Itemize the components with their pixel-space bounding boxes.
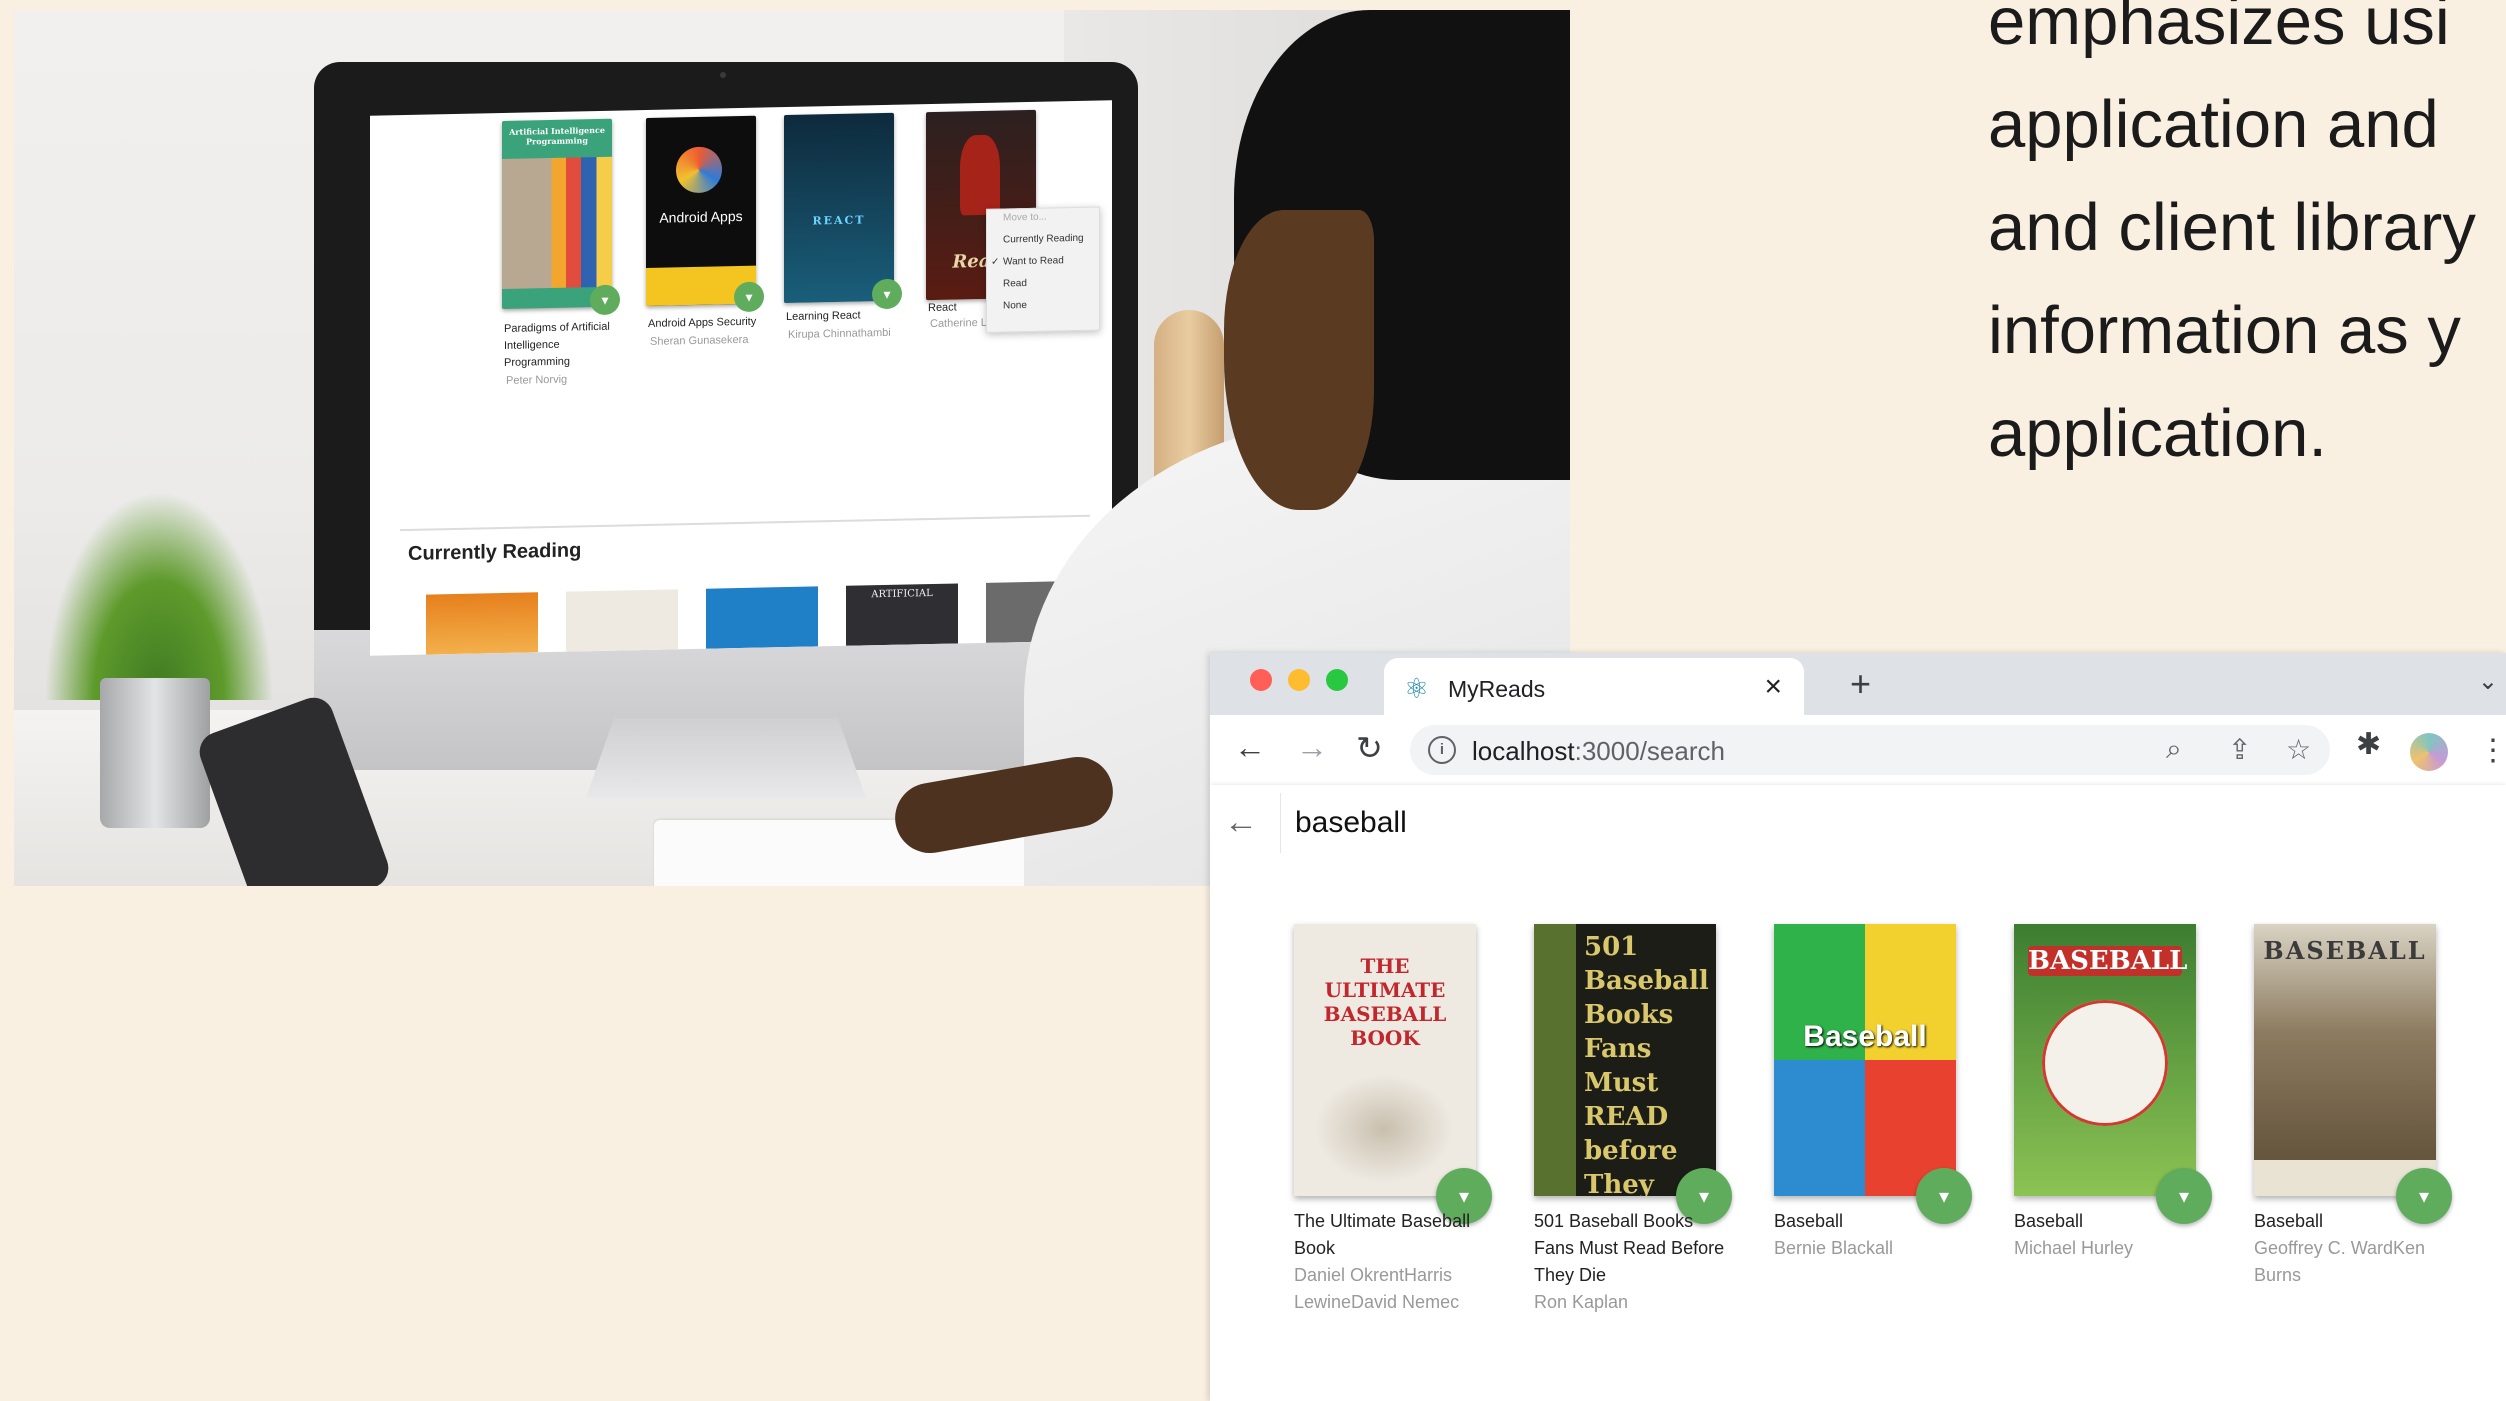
cover-text: BASEBALL <box>2028 946 2188 976</box>
shelf-divider <box>400 514 1090 532</box>
book-authors: Daniel OkrentHarris LewineDavid Nemec <box>1294 1265 1460 1312</box>
book-cover: 501 Baseball Books Fans Must READ before… <box>1534 924 1716 1196</box>
headline-line: application. <box>1988 396 2327 471</box>
mock-book-title: Android Apps Security <box>648 315 757 330</box>
imac-stand <box>586 718 866 798</box>
book-title: Baseball <box>2254 1211 2324 1231</box>
menu-item-currently-reading[interactable]: Currently Reading <box>987 230 1099 254</box>
reload-icon[interactable]: ↻ <box>1356 729 1383 767</box>
headline-line: and client library <box>1988 190 2476 265</box>
person-face <box>1224 210 1374 510</box>
mock-section-title: Currently Reading <box>408 539 582 565</box>
mock-book-cover: ARTIFICIAL <box>846 583 958 646</box>
menu-item-want-to-read[interactable]: Want to Read <box>987 252 1099 276</box>
share-icon[interactable]: ⇪ <box>2228 733 2251 766</box>
close-tab-icon[interactable]: × <box>1764 670 1782 704</box>
book-title: 501 Baseball Books Fans Must Read Before T… <box>1534 1211 1725 1285</box>
browser-window: ⚛ MyReads × + ⌄ ← → ↻ i localhost:3000/s… <box>1210 653 2506 1401</box>
mock-book-title: Paradigms of Artificial Intelligence Progr… <box>504 320 610 369</box>
book-cover: Baseball <box>1774 924 1956 1196</box>
book-title: The Ultimate Baseball Book <box>1294 1211 1471 1258</box>
menu-item-none[interactable]: None <box>987 296 1099 320</box>
profile-avatar[interactable] <box>2410 733 2448 771</box>
url-text: localhost:3000/search <box>1472 736 1725 766</box>
mock-cover-text: Android Apps <box>659 207 743 226</box>
headline-line: emphasizes usi <box>1988 0 2450 59</box>
tab-title: MyReads <box>1448 676 1546 702</box>
monitor-screen: Artificial Intelligence Programming ▾ Pa… <box>370 100 1112 656</box>
address-bar[interactable]: i localhost:3000/search ⌕ ⇪ ☆ <box>1410 725 2330 775</box>
mock-shelf-button[interactable]: ▾ <box>872 278 902 310</box>
search-bar: ← <box>1210 785 2506 861</box>
camera-dot <box>720 72 726 78</box>
mock-shelf-button[interactable]: ▾ <box>590 284 620 316</box>
book-cover: BASEBALL <box>2014 924 2196 1196</box>
mock-book-cover <box>566 589 678 652</box>
book-authors: Bernie Blackall <box>1774 1238 1894 1258</box>
book-cover: THE ULTIMATE BASEBALL BOOK <box>1294 924 1476 1196</box>
bookmark-star-icon[interactable]: ☆ <box>2286 733 2311 766</box>
mock-book-author: Peter Norvig <box>506 373 568 387</box>
mock-book-title: Learning React <box>786 309 861 324</box>
mock-shelf-menu: Move to... Currently Reading Want to Rea… <box>986 206 1100 333</box>
extensions-icon[interactable]: ✱ <box>2356 727 2381 762</box>
cover-text: 501 Baseball Books Fans Must READ before… <box>1584 932 1709 1196</box>
cover-text: BASEBALL <box>2263 936 2427 965</box>
tab-myreads[interactable]: ⚛ MyReads × <box>1384 658 1804 715</box>
menu-header: Move to... <box>1003 211 1047 224</box>
search-input[interactable] <box>1280 793 2506 853</box>
zoom-icon[interactable]: ⌕ <box>2166 733 2182 766</box>
back-arrow-icon[interactable]: ← <box>1234 729 1266 766</box>
mock-shelf-button[interactable]: ▾ <box>734 281 764 313</box>
cover-text: Baseball <box>1803 1020 1927 1053</box>
book-cover: BASEBALL <box>2254 924 2436 1196</box>
mock-book-cover <box>426 592 538 655</box>
headline-text: emphasizes usi application and and clien… <box>1988 0 2506 485</box>
maximize-window-button[interactable] <box>1326 669 1348 691</box>
mock-book-cover: Artificial Intelligence Programming ▾ <box>502 118 620 316</box>
close-search-back-icon[interactable]: ← <box>1224 803 1258 842</box>
mock-book-author: Sheran Gunasekera <box>650 333 749 348</box>
plant <box>44 490 274 700</box>
minimize-window-button[interactable] <box>1288 669 1310 691</box>
headline-line: application and <box>1988 87 2439 162</box>
search-results-grid: THE ULTIMATE BASEBALL BOOK ▾ The Ultimat… <box>1210 861 2506 1401</box>
forward-arrow-icon[interactable]: → <box>1296 729 1328 766</box>
mock-cover-text: Artificial Intelligence Programming <box>509 124 605 147</box>
new-tab-icon[interactable]: + <box>1850 663 1871 705</box>
book-authors: Ron Kaplan <box>1534 1292 1629 1312</box>
book-authors: Geoffrey C. WardKen Burns <box>2254 1238 2426 1285</box>
cover-text: THE ULTIMATE BASEBALL BOOK <box>1323 954 1447 1050</box>
chevron-down-icon[interactable]: ⌄ <box>2478 667 2498 696</box>
mock-book-cover: REACT ▾ <box>784 112 902 310</box>
tab-bar: ⚛ MyReads × + ⌄ <box>1210 653 2506 715</box>
mock-book-title: React <box>928 301 957 315</box>
info-icon[interactable]: i <box>1428 736 1456 764</box>
book-title: Baseball <box>2014 1211 2084 1231</box>
react-icon: ⚛ <box>1404 673 1430 704</box>
book-title: Baseball <box>1774 1211 1844 1231</box>
plant-pot <box>100 678 210 828</box>
menu-item-read[interactable]: Read <box>987 274 1099 298</box>
more-options-icon[interactable]: ⋮ <box>2478 733 2506 768</box>
mock-cover-text: REACT <box>812 213 866 228</box>
mock-book-cover <box>706 586 818 649</box>
headline-line: information as y <box>1988 293 2461 368</box>
close-window-button[interactable] <box>1250 669 1272 691</box>
mock-book-cover: Android Apps ▾ <box>646 115 764 313</box>
book-authors: Michael Hurley <box>2014 1238 2134 1258</box>
browser-toolbar: ← → ↻ i localhost:3000/search ⌕ ⇪ ☆ ✱ ⋮ <box>1210 715 2506 786</box>
mock-book-author: Kirupa Chinnathambi <box>788 326 891 342</box>
